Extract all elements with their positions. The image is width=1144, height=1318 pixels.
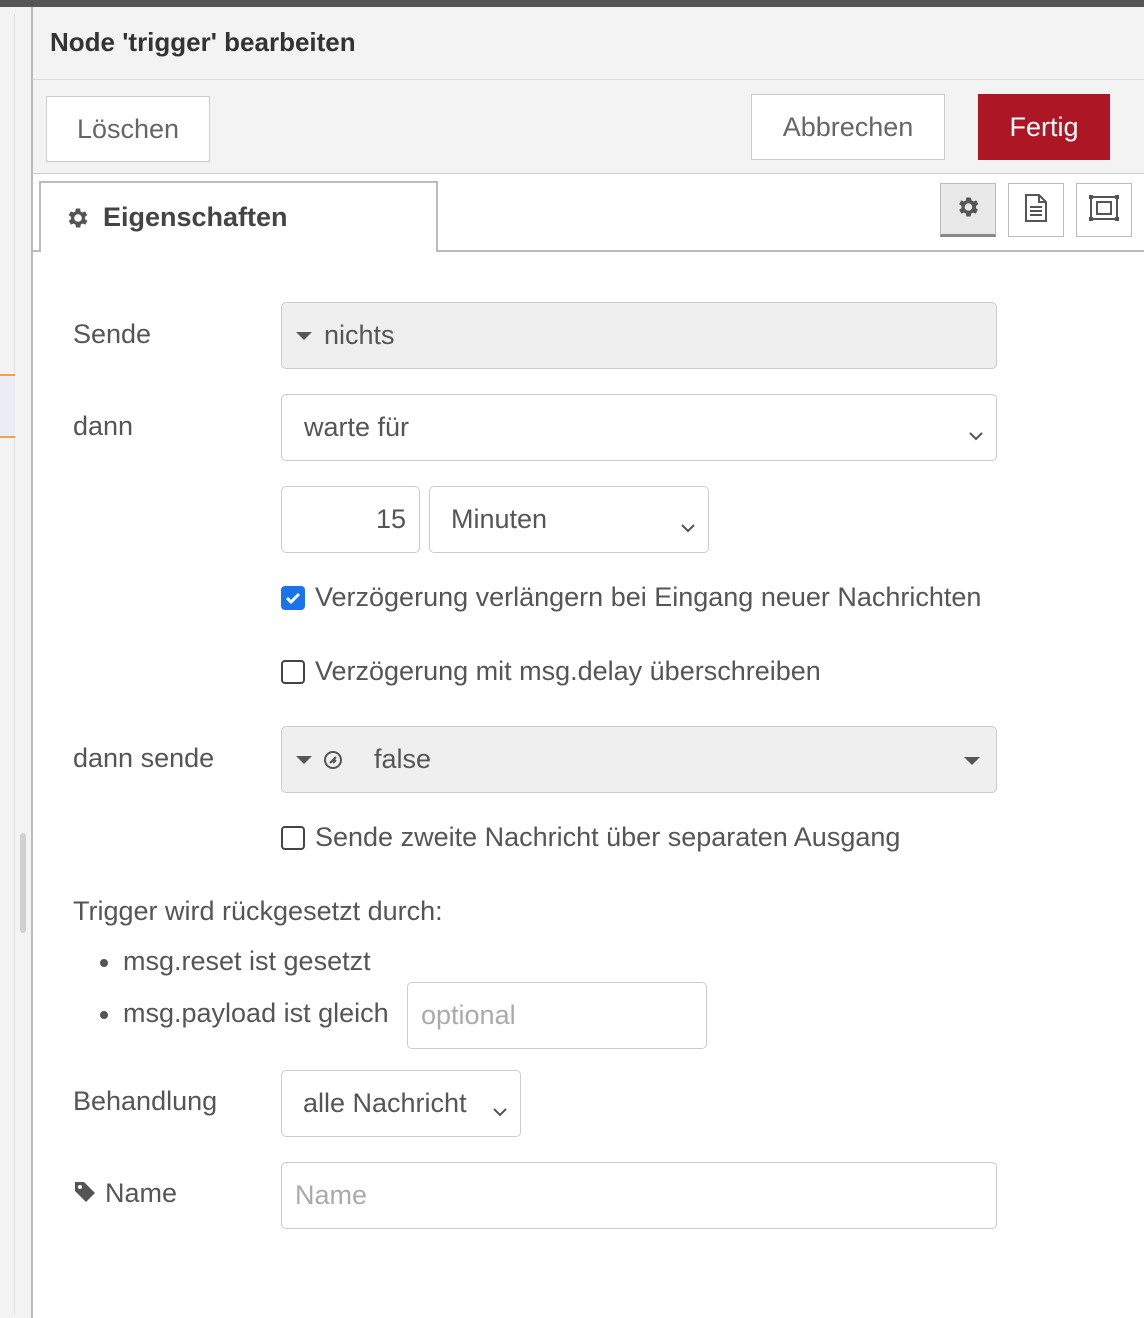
- done-button[interactable]: Fertig: [978, 94, 1110, 160]
- then-value: warte für: [304, 412, 410, 442]
- name-placeholder: Name: [295, 1180, 368, 1210]
- handling-label: Behandlung: [73, 1086, 218, 1116]
- canvas-gridline: [14, 14, 15, 1314]
- canvas-node-fragment: [0, 374, 15, 438]
- name-input[interactable]: Name: [281, 1162, 997, 1229]
- second-output-label: Sende zweite Nachricht über separaten Au…: [315, 822, 901, 852]
- handling-value: alle Nachricht: [303, 1088, 467, 1118]
- tag-icon: [73, 1180, 99, 1206]
- handling-select[interactable]: alle Nachricht: [281, 1070, 521, 1137]
- override-delay-label: Verzögerung mit msg.delay überschreiben: [315, 656, 821, 686]
- tab-properties-label: Eigenschaften: [103, 202, 288, 232]
- extend-delay-label: Verzögerung verlängern bei Eingang neuer…: [315, 582, 982, 612]
- send-value: nichts: [324, 320, 395, 350]
- workspace-canvas-edge: [0, 7, 33, 1318]
- canvas-scrollbar[interactable]: [20, 833, 26, 933]
- send-label: Sende: [73, 319, 152, 349]
- tray-header: Node 'trigger' bearbeiten: [33, 7, 1144, 80]
- tab-settings[interactable]: [940, 183, 996, 237]
- caret-down-icon: [964, 757, 980, 765]
- reset-item-2: msg.payload ist gleich: [123, 998, 389, 1028]
- delay-amount-value: 15: [375, 504, 406, 534]
- cancel-button[interactable]: Abbrechen: [751, 94, 945, 160]
- then-send-value: false: [374, 744, 432, 774]
- gear-icon: [955, 194, 981, 225]
- reset-item-1: msg.reset ist gesetzt: [123, 946, 371, 976]
- caret-down-icon: [296, 331, 312, 340]
- tray-toolbar: Löschen Abbrechen Fertig: [33, 80, 1144, 174]
- dialog-title: Node 'trigger' bearbeiten: [50, 27, 356, 57]
- send-typed-input[interactable]: nichts: [281, 302, 997, 369]
- edit-tray: Node 'trigger' bearbeiten Löschen Abbrec…: [33, 7, 1144, 1318]
- chevron-down-icon: [968, 420, 984, 440]
- reset-payload-placeholder: optional: [421, 1000, 516, 1030]
- tab-appearance[interactable]: [1076, 183, 1132, 237]
- checkmark-icon: [285, 592, 301, 605]
- second-output-checkbox[interactable]: [281, 826, 305, 850]
- properties-form: Sende nichts dann warte für 15 Minuten V: [33, 252, 1144, 1318]
- reset-payload-input[interactable]: optional: [407, 982, 707, 1049]
- then-label: dann: [73, 411, 134, 441]
- chevron-down-icon: [680, 512, 696, 532]
- bullet: [100, 959, 108, 967]
- then-select[interactable]: warte für: [281, 394, 997, 461]
- chevron-down-icon: [492, 1096, 508, 1116]
- gear-icon: [65, 205, 91, 231]
- tab-properties[interactable]: Eigenschaften: [39, 181, 438, 252]
- then-send-label: dann sende: [73, 743, 215, 773]
- top-bar: [0, 0, 1144, 7]
- boolean-type-icon: [323, 750, 343, 770]
- name-label: Name: [105, 1178, 178, 1208]
- delay-unit-select[interactable]: Minuten: [429, 486, 709, 553]
- extend-delay-checkbox[interactable]: [281, 586, 305, 610]
- delete-button[interactable]: Löschen: [46, 96, 210, 162]
- reset-heading: Trigger wird rückgesetzt durch:: [73, 896, 443, 926]
- delay-unit-value: Minuten: [451, 504, 548, 534]
- tab-description[interactable]: [1008, 183, 1064, 237]
- delay-amount-input[interactable]: 15: [281, 486, 420, 553]
- tabs-row: Eigenschaften: [33, 174, 1144, 252]
- caret-down-icon: [296, 755, 312, 764]
- frame-icon: [1088, 194, 1120, 227]
- bullet: [100, 1011, 108, 1019]
- then-send-typed-input[interactable]: false: [281, 726, 997, 793]
- document-icon: [1023, 193, 1049, 227]
- override-delay-checkbox[interactable]: [281, 660, 305, 684]
